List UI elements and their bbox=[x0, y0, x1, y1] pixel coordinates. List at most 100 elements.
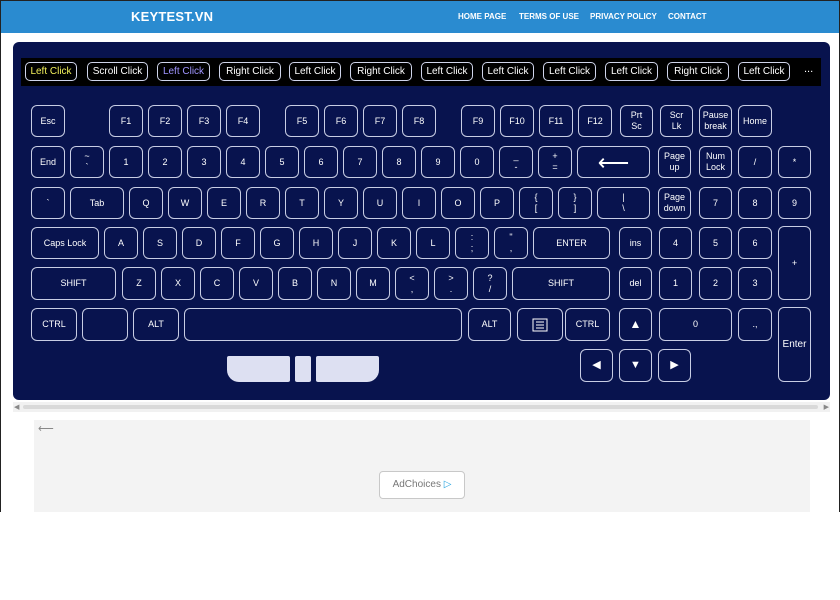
key-h[interactable]: H bbox=[299, 227, 333, 259]
key-num-6[interactable]: 6 bbox=[738, 227, 772, 259]
nav-contact[interactable]: CONTACT bbox=[668, 12, 707, 21]
key-num-3[interactable]: 3 bbox=[738, 267, 772, 300]
key-home[interactable]: Home bbox=[738, 105, 772, 137]
key-right-shift[interactable]: SHIFT bbox=[512, 267, 610, 300]
key-comma[interactable]: <, bbox=[395, 267, 429, 300]
nav-terms-of-use[interactable]: TERMS OF USE bbox=[519, 12, 579, 21]
key-6[interactable]: 6 bbox=[304, 146, 338, 178]
key-f5[interactable]: F5 bbox=[285, 105, 319, 137]
key-arrow-up[interactable]: ▲ bbox=[619, 308, 652, 341]
key-1[interactable]: 1 bbox=[109, 146, 143, 178]
key-period[interactable]: >. bbox=[434, 267, 468, 300]
key-caps-lock[interactable]: Caps Lock bbox=[31, 227, 99, 259]
key-2[interactable]: 2 bbox=[148, 146, 182, 178]
key-num-multiply[interactable]: * bbox=[778, 146, 811, 178]
key-semicolon[interactable]: :; bbox=[455, 227, 489, 259]
key-num-8[interactable]: 8 bbox=[738, 187, 772, 219]
key-arrow-right[interactable]: ▶ bbox=[658, 349, 691, 382]
key-tab[interactable]: Tab bbox=[70, 187, 124, 219]
touchpad-right-button[interactable] bbox=[316, 356, 379, 382]
key-b[interactable]: B bbox=[278, 267, 312, 300]
key-4[interactable]: 4 bbox=[226, 146, 260, 178]
horizontal-scrollbar[interactable]: ◀ ▶ bbox=[13, 402, 830, 412]
key-0[interactable]: 0 bbox=[460, 146, 494, 178]
key-backtick[interactable]: ` bbox=[31, 187, 65, 219]
key-minus[interactable]: _ - bbox=[499, 146, 533, 178]
key-num-slash[interactable]: / bbox=[738, 146, 772, 178]
key-y[interactable]: Y bbox=[324, 187, 358, 219]
key-x[interactable]: X bbox=[161, 267, 195, 300]
key-l[interactable]: L bbox=[416, 227, 450, 259]
key-pause-break[interactable]: Pause break bbox=[699, 105, 732, 137]
key-v[interactable]: V bbox=[239, 267, 273, 300]
ad-back-arrow-icon[interactable]: ⟵ bbox=[38, 422, 54, 435]
key-f10[interactable]: F10 bbox=[500, 105, 534, 137]
key-left-shift[interactable]: SHIFT bbox=[31, 267, 116, 300]
key-num-dot[interactable]: ., bbox=[738, 308, 772, 341]
key-z[interactable]: Z bbox=[122, 267, 156, 300]
adchoices-button[interactable]: AdChoices ▷ bbox=[379, 471, 465, 499]
key-backslash[interactable]: | \ bbox=[597, 187, 650, 219]
key-u[interactable]: U bbox=[363, 187, 397, 219]
key-arrow-left[interactable]: ◀ bbox=[580, 349, 613, 382]
key-s[interactable]: S bbox=[143, 227, 177, 259]
key-print-screen[interactable]: Prt Sc bbox=[620, 105, 653, 137]
key-slash[interactable]: ? / bbox=[473, 267, 507, 300]
key-num-9[interactable]: 9 bbox=[778, 187, 811, 219]
key-insert[interactable]: ins bbox=[619, 227, 652, 259]
key-f[interactable]: F bbox=[221, 227, 255, 259]
key-8[interactable]: 8 bbox=[382, 146, 416, 178]
key-right-ctrl[interactable]: CTRL bbox=[565, 308, 610, 341]
key-n[interactable]: N bbox=[317, 267, 351, 300]
key-num-2[interactable]: 2 bbox=[699, 267, 732, 300]
key-o[interactable]: O bbox=[441, 187, 475, 219]
key-p[interactable]: P bbox=[480, 187, 514, 219]
key-scroll-lock[interactable]: Scr Lk bbox=[660, 105, 693, 137]
key-g[interactable]: G bbox=[260, 227, 294, 259]
key-7[interactable]: 7 bbox=[343, 146, 377, 178]
key-m[interactable]: M bbox=[356, 267, 390, 300]
key-f8[interactable]: F8 bbox=[402, 105, 436, 137]
key-f12[interactable]: F12 bbox=[578, 105, 612, 137]
key-equals[interactable]: + = bbox=[538, 146, 572, 178]
key-num-plus[interactable]: + bbox=[778, 226, 811, 300]
key-num-4[interactable]: 4 bbox=[659, 227, 692, 259]
key-f4[interactable]: F4 bbox=[226, 105, 260, 137]
key-f1[interactable]: F1 bbox=[109, 105, 143, 137]
site-logo[interactable]: KEYTEST.VN bbox=[131, 9, 213, 24]
key-tilde[interactable]: ~ ` bbox=[70, 146, 104, 178]
scroll-left-arrow-icon[interactable]: ◀ bbox=[14, 403, 19, 411]
key-5[interactable]: 5 bbox=[265, 146, 299, 178]
key-f2[interactable]: F2 bbox=[148, 105, 182, 137]
key-windows[interactable] bbox=[82, 308, 128, 341]
scroll-right-arrow-icon[interactable]: ▶ bbox=[824, 403, 829, 411]
key-delete[interactable]: del bbox=[619, 267, 652, 300]
key-k[interactable]: K bbox=[377, 227, 411, 259]
key-d[interactable]: D bbox=[182, 227, 216, 259]
key-3[interactable]: 3 bbox=[187, 146, 221, 178]
key-f3[interactable]: F3 bbox=[187, 105, 221, 137]
key-left-alt[interactable]: ALT bbox=[133, 308, 179, 341]
key-page-down[interactable]: Page down bbox=[658, 187, 691, 219]
nav-home-page[interactable]: HOME PAGE bbox=[458, 12, 506, 21]
key-f9[interactable]: F9 bbox=[461, 105, 495, 137]
key-end[interactable]: End bbox=[31, 146, 65, 178]
key-backspace[interactable]: ⟵ bbox=[577, 146, 650, 178]
nav-privacy-policy[interactable]: PRIVACY POLICY bbox=[590, 12, 657, 21]
key-f6[interactable]: F6 bbox=[324, 105, 358, 137]
key-9[interactable]: 9 bbox=[421, 146, 455, 178]
key-j[interactable]: J bbox=[338, 227, 372, 259]
key-page-up[interactable]: Page up bbox=[658, 146, 691, 178]
key-f7[interactable]: F7 bbox=[363, 105, 397, 137]
key-num-1[interactable]: 1 bbox=[659, 267, 692, 300]
key-c[interactable]: C bbox=[200, 267, 234, 300]
key-r[interactable]: R bbox=[246, 187, 280, 219]
key-menu[interactable] bbox=[517, 308, 563, 341]
key-num-0[interactable]: 0 bbox=[659, 308, 732, 341]
key-space[interactable] bbox=[184, 308, 462, 341]
key-num-5[interactable]: 5 bbox=[699, 227, 732, 259]
key-esc[interactable]: Esc bbox=[31, 105, 65, 137]
key-quote[interactable]: ", bbox=[494, 227, 528, 259]
touchpad-middle-button[interactable] bbox=[295, 356, 311, 382]
key-left-bracket[interactable]: {[ bbox=[519, 187, 553, 219]
